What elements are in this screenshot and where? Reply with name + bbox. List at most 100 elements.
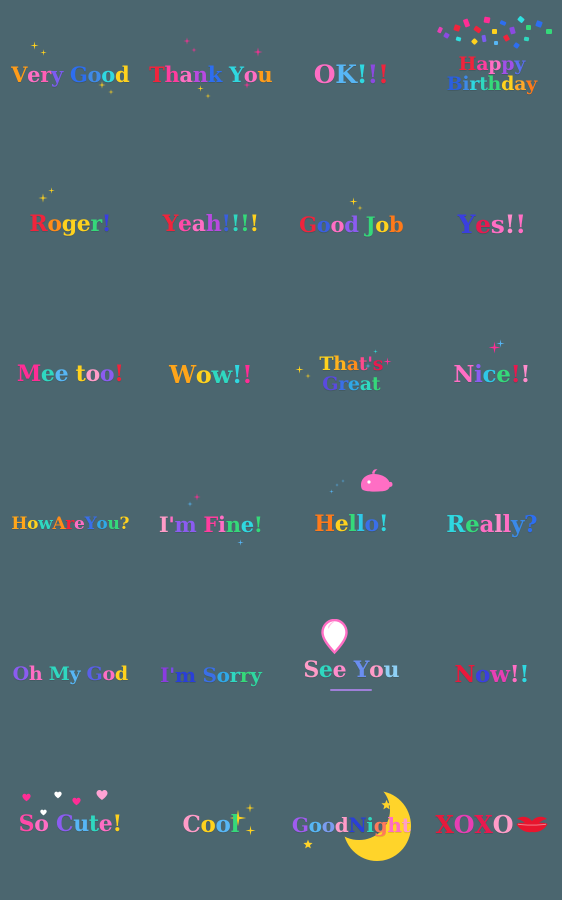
sticker-char: !	[112, 811, 122, 838]
sticker-cell[interactable]: HappyBirthday	[422, 0, 562, 150]
very-good-sticker[interactable]: Very Good	[4, 15, 136, 135]
sticker-cell[interactable]: Re a l l y?	[422, 450, 562, 600]
sticker-text: HappyBirthday	[447, 53, 537, 95]
sticker-char: g	[373, 812, 388, 837]
sticker-text-line: Happy	[447, 53, 537, 76]
sticker-cell[interactable]: Wo w!!	[141, 300, 282, 450]
confetti-piece	[491, 29, 497, 34]
yeah-sticker[interactable]: Ye a h!!!!	[145, 165, 277, 285]
sticker-char: O	[492, 809, 514, 839]
sticker-cell[interactable]: O K!!!	[281, 0, 422, 150]
sticker-char: o	[215, 810, 231, 838]
sticker-char: b	[388, 211, 404, 237]
so-cute-sticker[interactable]: So Cu t e!	[4, 765, 136, 885]
sticker-char: p	[501, 53, 515, 76]
happy-birthday-sticker[interactable]: HappyBirthday	[426, 15, 558, 135]
sticker-char: o	[308, 812, 322, 837]
lips-icon	[516, 813, 548, 838]
thats-great-sticker[interactable]: Th a t ' s Gr e a t	[285, 315, 417, 435]
sticker-char: X	[435, 809, 454, 839]
really-sticker[interactable]: Re a l l y?	[426, 465, 558, 585]
yes-sticker[interactable]: Ye s!!	[426, 165, 558, 285]
see-you-sticker[interactable]: See You	[285, 615, 417, 735]
sticker-char: X	[474, 809, 493, 839]
sticker-char: !	[230, 211, 241, 238]
sticker-char: a	[179, 61, 193, 87]
mee-too-sticker[interactable]: Mee t o o!	[4, 315, 136, 435]
cool-sticker[interactable]: Cool	[145, 765, 277, 885]
good-job-sticker[interactable]: Good Job	[285, 165, 417, 285]
sticker-char: i	[474, 360, 483, 388]
sticker-text: Th a t ' s Gr e a t	[319, 353, 384, 395]
sticker-text-line: Great	[319, 373, 383, 395]
sticker-char: !	[240, 211, 250, 238]
sticker-char: o	[321, 812, 335, 837]
sticker-char: a	[514, 73, 527, 95]
sticker-cell[interactable]: Good Job	[281, 150, 422, 300]
sticker-char: o	[369, 656, 384, 683]
im-sorry-sticker[interactable]: I ' m Sorry	[145, 615, 277, 735]
sticker-char: u	[107, 514, 120, 535]
sticker-char: !	[221, 211, 231, 238]
sticker-cell[interactable]: Very Good	[0, 0, 141, 150]
sticker-char: s	[372, 353, 384, 376]
sticker-char: Y	[228, 61, 244, 87]
balloon-icon	[321, 618, 348, 659]
sticker-text: I ' m Sorry	[160, 662, 262, 687]
sticker-text: O K!!!	[314, 61, 389, 88]
sticker-cell[interactable]: Ro g e r!	[0, 150, 141, 300]
sticker-cell[interactable]: Ni c e!!	[422, 300, 562, 450]
sticker-char: y	[514, 53, 525, 76]
sticker-cell[interactable]: I ' m Fi n e!	[141, 450, 282, 600]
sticker-cell[interactable]: Thank You	[141, 0, 282, 150]
sparkle-icon	[335, 483, 340, 487]
sticker-char: A	[52, 514, 66, 535]
sticker-char: G	[322, 373, 339, 395]
nice-sticker[interactable]: Ni c e!!	[426, 315, 558, 435]
now-sticker[interactable]: No w!!	[426, 615, 558, 735]
sticker-char: y	[50, 61, 63, 87]
sticker-char: e	[332, 656, 347, 683]
im-fine-sticker[interactable]: I ' m Fi n e!	[145, 465, 277, 585]
sticker-text: He l l o!	[314, 513, 388, 536]
sticker-char: m	[174, 662, 196, 687]
sticker-char: !	[515, 209, 526, 239]
sticker-char: e	[27, 61, 41, 87]
oh-my-god-sticker[interactable]: Oh My God	[4, 615, 136, 735]
sticker-char: r	[90, 211, 103, 238]
sticker-cell[interactable]: I ' m Sorry	[141, 600, 282, 750]
sticker-char: N	[348, 812, 367, 837]
xoxo-sticker[interactable]: XOXO	[426, 765, 558, 885]
sticker-cell[interactable]: Ye a h!!!!	[141, 150, 282, 300]
hello-sticker[interactable]: He l l o!	[285, 465, 417, 585]
roger-sticker[interactable]: Ro g e r!	[4, 165, 136, 285]
sticker-char: l	[494, 510, 503, 538]
sticker-cell[interactable]: Mee t o o!	[0, 300, 141, 450]
sticker-cell[interactable]: Oh My God	[0, 600, 141, 750]
sticker-cell[interactable]: See You	[281, 600, 422, 750]
thank-you-sticker[interactable]: Thank You	[145, 15, 277, 135]
sticker-cell[interactable]: GoodNight	[281, 750, 422, 900]
sticker-char: M	[16, 361, 41, 388]
sticker-text: GoodNight	[292, 812, 411, 837]
sparkle-icon	[245, 803, 255, 813]
sticker-char: !	[520, 360, 531, 388]
sticker-cell[interactable]: Ye s!!	[422, 150, 562, 300]
sticker-char: t	[401, 812, 411, 837]
sticker-cell[interactable]: No w!!	[422, 600, 562, 750]
how-are-you-sticker[interactable]: Ho w Ar e Yo u?	[4, 465, 136, 585]
sparkle-icon	[381, 799, 392, 810]
sticker-char: y	[510, 510, 525, 538]
sticker-cell[interactable]: Ho w Ar e Yo u?	[0, 450, 141, 600]
sticker-text: Cool	[182, 810, 239, 838]
sticker-cell[interactable]: So Cu t e!	[0, 750, 141, 900]
sparkle-icon	[488, 341, 501, 354]
wow-sticker[interactable]: Wo w!!	[145, 315, 277, 435]
sticker-cell[interactable]: Th a t ' s Gr e a t	[281, 300, 422, 450]
sticker-cell[interactable]: Cool	[141, 750, 282, 900]
sticker-cell[interactable]: He l l o!	[281, 450, 422, 600]
ok-sticker[interactable]: O K!!!	[285, 15, 417, 135]
sticker-cell[interactable]: XOXO	[422, 750, 562, 900]
sticker-text-line: Ni c e!!	[453, 360, 531, 388]
good-night-sticker[interactable]: GoodNight	[285, 765, 417, 885]
